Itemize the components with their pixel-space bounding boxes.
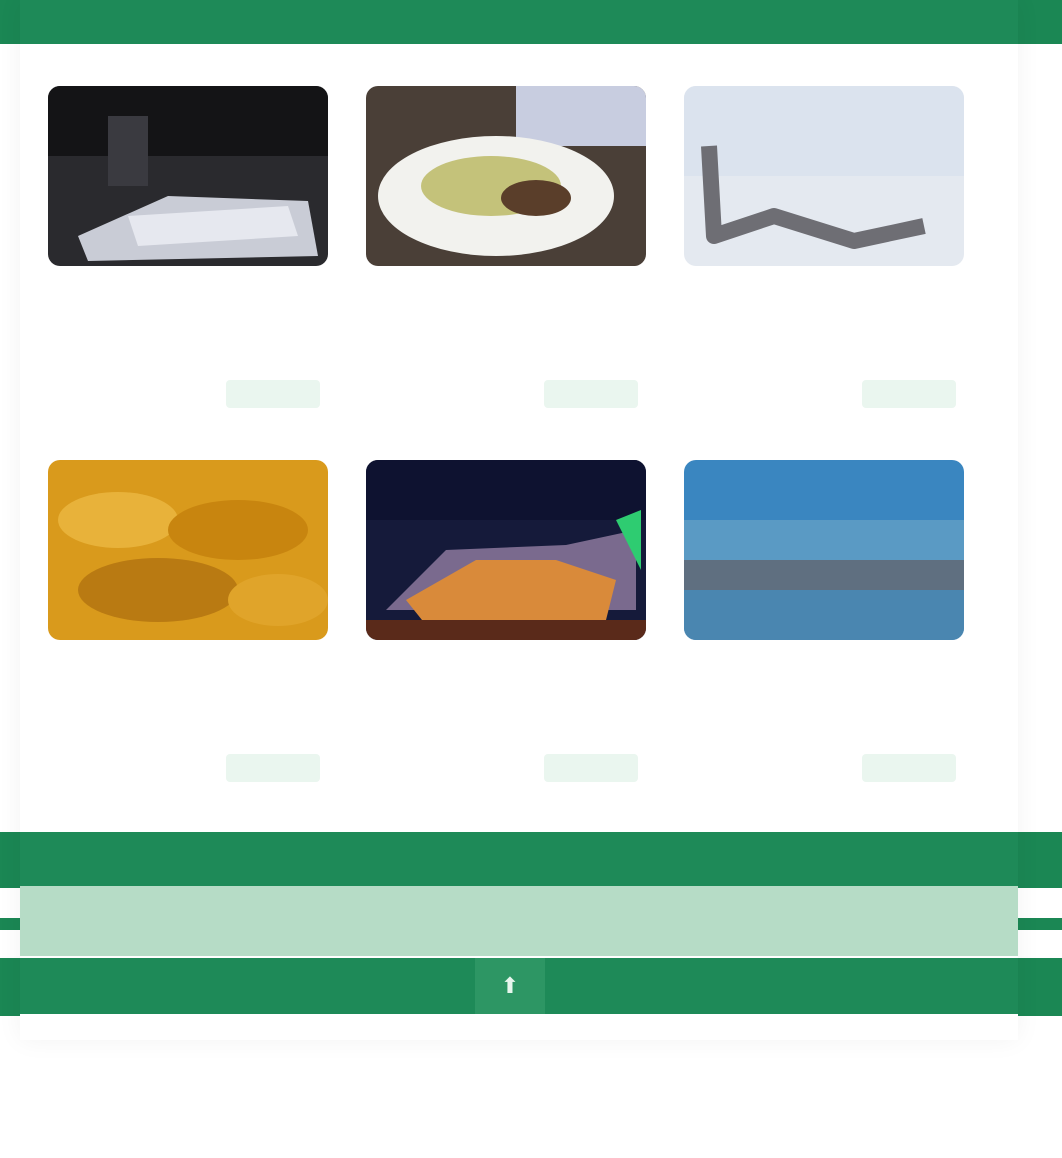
brand-logo[interactable] bbox=[380, 1034, 620, 1090]
arrow-up-icon: ⬆ bbox=[500, 973, 520, 998]
fried-food-image[interactable] bbox=[48, 460, 328, 640]
lounge-chair-image[interactable] bbox=[684, 86, 964, 266]
night-stadium-image[interactable] bbox=[366, 460, 646, 640]
card-title[interactable] bbox=[54, 658, 322, 718]
product-grid bbox=[48, 86, 988, 782]
footer-bar bbox=[20, 832, 1018, 886]
product-card[interactable] bbox=[366, 460, 646, 782]
card-title[interactable] bbox=[372, 658, 640, 718]
card-action-button[interactable] bbox=[862, 380, 956, 408]
product-card[interactable] bbox=[48, 86, 328, 408]
card-action-button[interactable] bbox=[544, 754, 638, 782]
footer-light-band bbox=[20, 886, 1018, 956]
card-action-button[interactable] bbox=[544, 380, 638, 408]
card-action-button[interactable] bbox=[862, 754, 956, 782]
product-card[interactable] bbox=[684, 460, 964, 782]
card-title[interactable] bbox=[690, 658, 958, 718]
card-action-button[interactable] bbox=[226, 754, 320, 782]
scroll-to-top-button[interactable]: ⬆ bbox=[475, 958, 545, 1014]
food-plate-image[interactable] bbox=[366, 86, 646, 266]
card-action-button[interactable] bbox=[226, 380, 320, 408]
card-title[interactable] bbox=[54, 284, 322, 344]
product-card[interactable] bbox=[684, 86, 964, 408]
bottom-bar: ⬆ bbox=[20, 958, 1018, 1014]
main-panel: ⬆ bbox=[20, 0, 1018, 1040]
hotel-bed-image[interactable] bbox=[48, 86, 328, 266]
card-title[interactable] bbox=[372, 284, 640, 344]
card-title[interactable] bbox=[690, 284, 958, 344]
product-card[interactable] bbox=[366, 86, 646, 408]
top-nav-bar bbox=[20, 0, 1018, 44]
product-card[interactable] bbox=[48, 460, 328, 782]
seascape-image[interactable] bbox=[684, 460, 964, 640]
